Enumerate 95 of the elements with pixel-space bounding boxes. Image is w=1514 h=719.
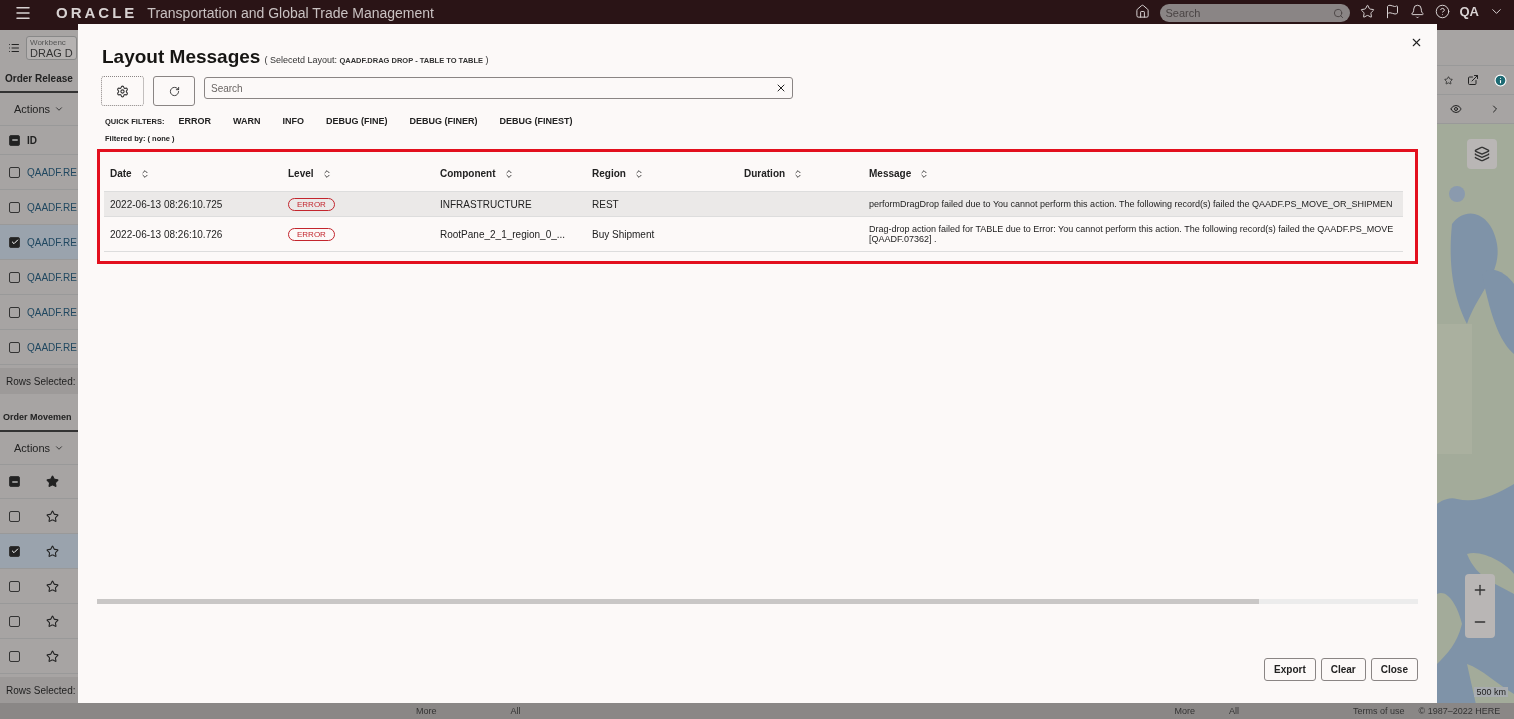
column-header[interactable]: Date [110,168,132,179]
dialog-title: Layout Messages [102,46,261,68]
refresh-button[interactable] [153,76,195,106]
row-checkbox[interactable] [9,650,20,662]
app-title: Transportation and Global Trade Management [147,5,434,21]
table-cell-text: 2022-06-13 08:26:10.725 [110,198,224,210]
record-link[interactable]: QAADF.RE [27,306,77,318]
row-checkbox[interactable] [9,545,20,557]
layers-icon [1474,146,1490,162]
gear-icon [116,84,129,98]
zoom-in-button[interactable] [1472,582,1488,598]
close-icon [1410,36,1423,49]
eye-icon[interactable] [1450,103,1463,115]
table-cell-text: RootPane_2_1_region_0_... [440,228,567,240]
column-header[interactable]: Level [288,168,314,179]
star-icon[interactable] [46,579,59,593]
footer-link[interactable]: All [510,706,521,716]
row-checkbox[interactable] [9,201,20,213]
rows-selected-label: Rows Selected: [0,677,78,703]
home-icon[interactable] [1134,4,1150,19]
dialog-button[interactable]: Clear [1320,658,1366,681]
star-icon[interactable] [46,509,59,523]
column-header[interactable]: Message [869,168,912,179]
actions-menu[interactable]: Actions [14,103,51,115]
info-icon[interactable] [1493,73,1507,87]
star-icon[interactable] [46,614,59,628]
row-checkbox[interactable] [9,271,20,283]
record-link[interactable]: QAADF.RE [27,271,77,283]
expand-icon[interactable] [1467,74,1480,86]
quick-filter[interactable]: INFO [282,116,304,126]
sort-icon[interactable] [321,168,332,179]
settings-button[interactable] [101,76,144,106]
actions-menu[interactable]: Actions [14,442,51,454]
bell-icon[interactable] [1409,4,1425,19]
workbench-selector[interactable]: Workbenc DRAG D [26,35,77,60]
table-row[interactable]: 2022-06-13 08:26:10.725 ERROR INFRASTRUCTURE REST performDragDrop failed due to You cannot perform this action. The following record(s) failed the QAADF.PS_MOVE_OR_SHIPMEN [104,192,1403,217]
table-cell-text: REST [592,198,620,210]
help-icon[interactable] [1434,4,1450,19]
row-checkbox[interactable] [9,166,20,178]
search-field[interactable]: Search [204,77,793,99]
record-link[interactable]: QAADF.RE [27,201,77,213]
record-link[interactable]: QAADF.RE [27,341,77,353]
caret-icon [54,443,65,453]
star-icon[interactable] [46,475,59,488]
row-checkbox[interactable] [9,236,20,248]
message-text: Drag-drop action failed for TABLE due to Error: You cannot perform this action. The following record(s) failed the QAADF.PS_MOVE [869,224,1395,234]
column-header[interactable]: ID [27,134,37,146]
rows-selected-label: Rows Selected: [0,368,78,394]
caret-icon [54,104,65,114]
dialog-button[interactable]: Export [1264,658,1316,681]
layers-button[interactable] [1467,139,1497,169]
terms-link[interactable]: Terms of use [1353,706,1405,716]
column-header[interactable]: Region [592,168,626,179]
sort-icon[interactable] [503,168,514,179]
quick-filter[interactable]: WARN [232,116,261,126]
column-header[interactable]: Duration [744,168,786,179]
select-all-checkbox[interactable] [9,134,20,146]
star-icon[interactable] [1444,75,1454,85]
logo: ORACLE [56,4,138,21]
message-text: performDragDrop failed due to You cannot perform this action. The following record(s) failed the QAADF.PS_MOVE_OR_SHIPMEN [869,199,1394,209]
footer-link[interactable]: More [1174,706,1196,716]
footer-link[interactable]: More [416,706,437,716]
table-cell-text: Buy Shipment [592,228,656,240]
quick-filter[interactable]: DEBUG (FINE) [325,116,388,126]
map-scale: 500 km [1474,687,1508,697]
record-link[interactable]: QAADF.RE [27,166,77,178]
list-icon[interactable] [8,41,20,54]
footer-link[interactable]: All [1229,706,1240,716]
quick-filter[interactable]: ERROR [178,116,211,126]
map-copyright: © 1987–2022 HERE [1418,706,1501,716]
row-checkbox[interactable] [9,580,20,592]
row-checkbox[interactable] [9,510,20,522]
row-checkbox[interactable] [9,341,20,353]
dialog-button[interactable]: Close [1370,658,1418,681]
user-initials[interactable]: QA [1459,4,1479,19]
message-text: [QAADF.07362] . [869,234,938,244]
row-checkbox[interactable] [9,306,20,318]
sort-icon[interactable] [919,168,930,179]
table-cell-text: 2022-06-13 08:26:10.726 [110,228,224,240]
column-header[interactable]: Component [440,168,496,179]
refresh-icon [168,85,180,97]
select-all-checkbox[interactable] [9,476,20,487]
star-icon[interactable] [46,649,59,663]
sort-icon[interactable] [139,168,150,179]
table-cell-text: INFRASTRUCTURE [440,198,533,210]
row-checkbox[interactable] [9,615,20,627]
clear-icon[interactable] [775,82,787,94]
star-icon[interactable] [46,544,59,558]
quick-filter[interactable]: DEBUG (FINEST) [499,116,573,126]
quick-filter[interactable]: DEBUG (FINER) [409,116,478,126]
flag-icon[interactable] [1384,4,1400,19]
menu-icon[interactable] [14,4,32,22]
sort-icon[interactable] [633,168,644,179]
minus-icon [10,136,19,144]
sort-icon[interactable] [793,168,804,179]
